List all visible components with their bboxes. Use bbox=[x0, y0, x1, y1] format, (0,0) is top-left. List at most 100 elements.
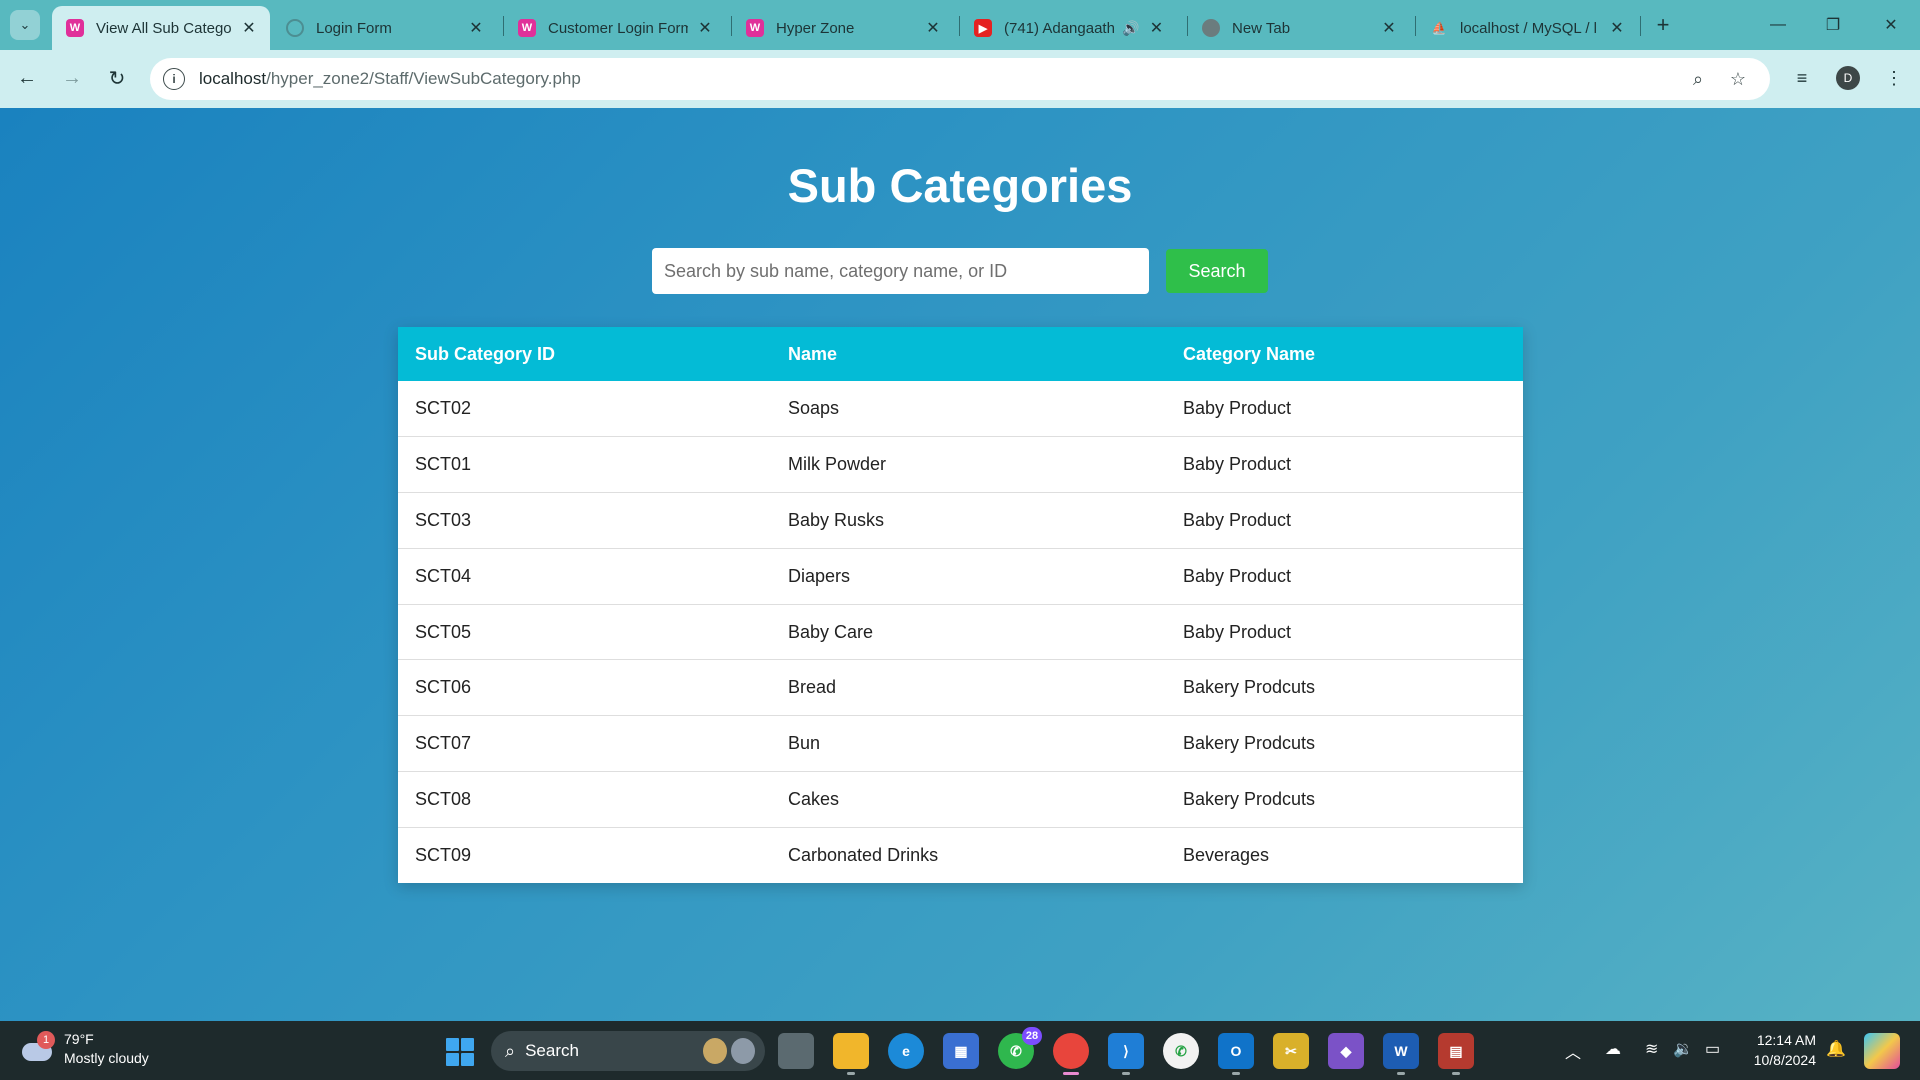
cell-name: Milk Powder bbox=[771, 436, 1166, 494]
browser-menu-icon[interactable]: ⋮ bbox=[1880, 64, 1908, 92]
tab-title: Hyper Zone bbox=[776, 19, 855, 37]
site-info-icon[interactable]: i bbox=[163, 68, 185, 90]
snipping-tool-icon[interactable]: ✂ bbox=[1273, 1033, 1309, 1069]
tab-close-icon[interactable]: ✕ bbox=[1608, 18, 1626, 38]
table-row: SCT06 Bread Bakery Prodcuts bbox=[398, 659, 1523, 717]
zoom-icon[interactable]: ⌕ bbox=[1678, 58, 1718, 100]
tab-new-tab[interactable]: New Tab ✕ bbox=[1188, 6, 1410, 50]
avatar-initial: D bbox=[1836, 66, 1860, 90]
cell-name: Baby Rusks bbox=[771, 492, 1166, 549]
taskbar-clock[interactable]: 12:14 AM 10/8/2024 bbox=[1748, 1030, 1816, 1070]
tab-close-icon[interactable]: ✕ bbox=[696, 18, 714, 38]
cloudy-weather-icon: 1 bbox=[20, 1031, 55, 1063]
column-header-sub-category-id: Sub Category ID bbox=[415, 343, 556, 364]
cell-sub-category-id: SCT04 bbox=[398, 548, 771, 605]
show-hidden-icons-chevron-icon[interactable]: ︿ bbox=[1565, 1039, 1581, 1063]
address-bar[interactable]: i localhost/hyper_zone2/Staff/ViewSubCat… bbox=[150, 58, 1770, 100]
tab-close-icon[interactable]: ✕ bbox=[1380, 18, 1398, 38]
tab-view-all-sub-categories[interactable]: W View All Sub Categor ✕ bbox=[52, 6, 270, 50]
table-row: SCT09 Carbonated Drinks Beverages bbox=[398, 827, 1523, 883]
search-icon: ⌕ bbox=[505, 1040, 516, 1061]
whatsapp-badge: 28 bbox=[1022, 1027, 1042, 1045]
minimize-icon[interactable]: — bbox=[1755, 10, 1801, 40]
task-view-icon[interactable] bbox=[778, 1033, 814, 1069]
tab-customer-login-form[interactable]: W Customer Login Form ✕ bbox=[504, 6, 726, 50]
new-tab-plus-icon[interactable]: + bbox=[1650, 12, 1676, 38]
word-icon[interactable]: W bbox=[1383, 1033, 1419, 1075]
chrome-icon[interactable] bbox=[1053, 1033, 1089, 1075]
browser-tab-strip: ⌄ W View All Sub Categor ✕ Login Form ✕ … bbox=[0, 0, 1920, 50]
clock-time: 12:14 AM bbox=[1756, 1032, 1816, 1048]
table-row: SCT04 Diapers Baby Product bbox=[398, 548, 1523, 605]
winrar-icon[interactable]: ▤ bbox=[1438, 1033, 1474, 1075]
notification-bell-icon[interactable]: 🔔 bbox=[1826, 1039, 1846, 1059]
phpmyadmin-icon: ⛵ bbox=[1431, 21, 1447, 35]
column-header-name: Name bbox=[788, 343, 838, 364]
tab-close-icon[interactable]: ✕ bbox=[467, 18, 485, 38]
back-arrow-icon[interactable]: ← bbox=[11, 62, 43, 94]
whatsapp-business-icon[interactable]: ✆ bbox=[1163, 1033, 1199, 1069]
copilot-icon[interactable] bbox=[1864, 1033, 1900, 1069]
media-controls-icon[interactable]: ≡ bbox=[1786, 64, 1818, 92]
tab-phpmyadmin[interactable]: ⛵ localhost / MySQL / l ✕ bbox=[1416, 6, 1638, 50]
tab-hyper-zone[interactable]: W Hyper Zone ✕ bbox=[732, 6, 954, 50]
tab-close-icon[interactable]: ✕ bbox=[240, 18, 258, 38]
tab-login-form[interactable]: Login Form ✕ bbox=[272, 6, 497, 50]
url-path: /hyper_zone2/Staff/ViewSubCategory.php bbox=[266, 69, 581, 88]
onedrive-icon[interactable]: ☁ bbox=[1605, 1039, 1621, 1059]
windows-taskbar: 1 79°F Mostly cloudy ⌕ Search e ▦ ✆ 28 ⟩ … bbox=[0, 1021, 1920, 1080]
window-close-icon[interactable]: ✕ bbox=[1868, 10, 1914, 40]
edge-icon[interactable]: e bbox=[888, 1033, 924, 1069]
weather-widget[interactable]: 1 79°F Mostly cloudy bbox=[20, 1030, 149, 1068]
table-header-row: Sub Category ID Name Category Name bbox=[398, 327, 1523, 381]
cell-sub-category-id: SCT09 bbox=[415, 845, 472, 866]
whatsapp-icon[interactable]: ✆ 28 bbox=[998, 1027, 1042, 1069]
windows-start-icon[interactable] bbox=[446, 1038, 474, 1066]
tab-close-icon[interactable]: ✕ bbox=[924, 18, 942, 38]
cell-sub-category-id: SCT03 bbox=[398, 492, 771, 549]
profile-avatar[interactable]: D bbox=[1834, 64, 1862, 92]
sub-categories-table: Sub Category ID Name Category Name SCT02… bbox=[398, 327, 1523, 884]
microsoft-store-icon[interactable]: ▦ bbox=[943, 1033, 979, 1069]
w-icon: W bbox=[66, 19, 84, 37]
cell-category-name: Bakery Prodcuts bbox=[1166, 771, 1523, 828]
weather-description: Mostly cloudy bbox=[64, 1050, 149, 1066]
battery-icon[interactable]: ▭ bbox=[1705, 1039, 1720, 1059]
cell-sub-category-id: SCT02 bbox=[398, 381, 771, 438]
cell-category-name: Bakery Prodcuts bbox=[1166, 715, 1523, 773]
audio-playing-icon[interactable]: 🔊 bbox=[1122, 20, 1139, 37]
page-title: Sub Categories bbox=[787, 159, 1133, 212]
table-row: SCT02 Soaps Baby Product bbox=[398, 381, 1523, 438]
tab-youtube[interactable]: ▶ (741) Adangaath 🔊 ✕ bbox=[960, 6, 1182, 50]
reload-icon[interactable]: ↻ bbox=[101, 62, 133, 94]
cell-name: Carbonated Drinks bbox=[788, 845, 939, 866]
forward-arrow-icon[interactable]: → bbox=[56, 62, 88, 94]
tab-search-chevron-icon[interactable]: ⌄ bbox=[10, 10, 40, 40]
visual-studio-icon[interactable]: ◆ bbox=[1328, 1033, 1364, 1069]
url-text[interactable]: localhost/hyper_zone2/Staff/ViewSubCateg… bbox=[199, 69, 1678, 89]
chrome-icon bbox=[1202, 19, 1220, 37]
wifi-icon[interactable]: ≋ bbox=[1645, 1039, 1658, 1059]
cell-category-name: Baby Product bbox=[1166, 436, 1523, 494]
youtube-icon: ▶ bbox=[974, 19, 992, 37]
cell-category-name: Beverages bbox=[1183, 845, 1270, 866]
file-explorer-icon[interactable] bbox=[833, 1033, 869, 1075]
volume-icon[interactable]: 🔉 bbox=[1673, 1039, 1693, 1059]
outlook-icon[interactable]: O bbox=[1218, 1033, 1254, 1075]
tab-title: Login Form bbox=[316, 19, 392, 37]
search-button[interactable]: Search bbox=[1166, 249, 1268, 293]
cell-name: Cakes bbox=[771, 771, 1166, 828]
tab-close-icon[interactable]: ✕ bbox=[1147, 18, 1165, 38]
search-highlight-icon bbox=[703, 1038, 755, 1064]
weather-badge: 1 bbox=[37, 1031, 55, 1049]
taskbar-search[interactable]: ⌕ Search bbox=[491, 1031, 765, 1071]
restore-icon[interactable]: ❐ bbox=[1810, 10, 1856, 40]
taskbar-search-label: Search bbox=[525, 1041, 579, 1060]
cell-sub-category-id: SCT08 bbox=[398, 771, 771, 828]
url-host: localhost bbox=[199, 69, 267, 88]
vscode-icon[interactable]: ⟩ bbox=[1108, 1033, 1144, 1075]
cell-sub-category-id: SCT01 bbox=[398, 436, 771, 494]
tab-title: localhost / MySQL / l bbox=[1460, 19, 1597, 37]
search-input[interactable] bbox=[652, 248, 1149, 294]
bookmark-star-icon[interactable]: ☆ bbox=[1718, 58, 1758, 100]
